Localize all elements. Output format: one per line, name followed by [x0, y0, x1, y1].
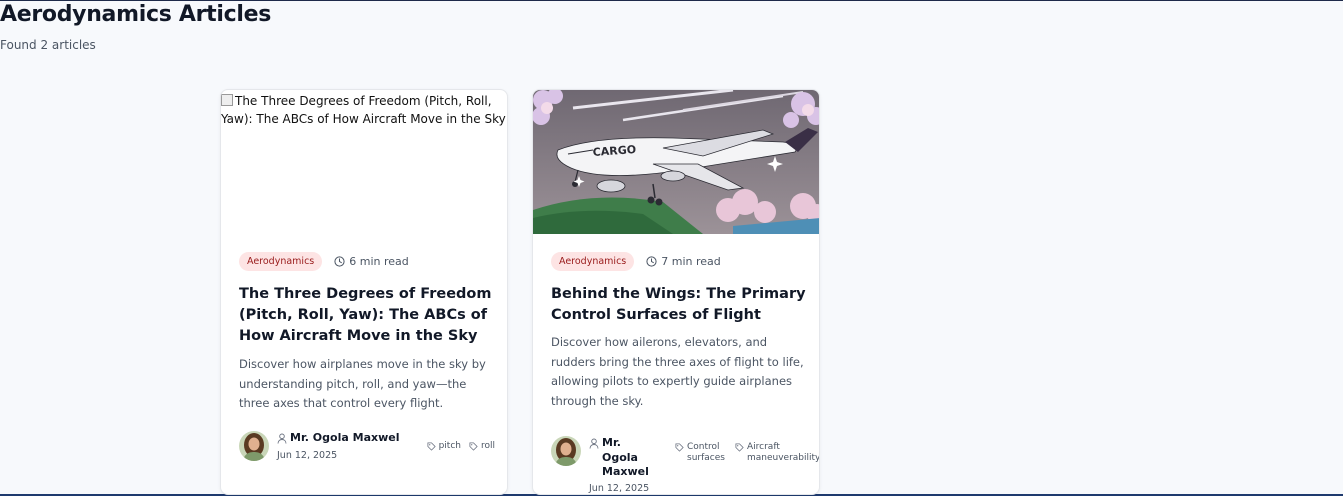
author-name[interactable]: Mr. Ogola Maxwel: [602, 436, 658, 480]
tag-label: Control surfaces: [687, 442, 725, 463]
article-thumbnail-broken[interactable]: The Three Degrees of Freedom (Pitch, Rol…: [221, 90, 507, 234]
article-card[interactable]: The Three Degrees of Freedom (Pitch, Rol…: [220, 89, 508, 495]
article-description: Discover how airplanes move in the sky b…: [239, 357, 486, 410]
publish-date: Jun 12, 2025: [277, 449, 338, 461]
read-time-label: 6 min read: [349, 255, 409, 268]
clock-icon: [646, 256, 657, 267]
tag-icon: [427, 442, 436, 451]
article-footer: Mr. Ogola Maxwel Jun 12, 2025 Control su…: [551, 436, 819, 494]
tag-item[interactable]: pitch: [427, 441, 461, 452]
tag-icon: [469, 442, 478, 451]
image-alt-text: The Three Degrees of Freedom (Pitch, Rol…: [221, 94, 506, 126]
read-time: 7 min read: [646, 255, 721, 268]
tag-label: Aircraft maneuverability: [747, 442, 820, 463]
author-block: Mr. Ogola Maxwel Jun 12, 2025: [589, 436, 658, 494]
tag-label: roll: [480, 441, 495, 451]
tag-item[interactable]: roll: [469, 441, 495, 452]
tag-item[interactable]: Control surfaces: [675, 442, 727, 464]
category-badge[interactable]: Aerodynamics: [551, 252, 635, 271]
page-title: Aerodynamics Articles: [0, 2, 271, 27]
author-line: Mr. Ogola Maxwel: [589, 436, 658, 480]
tag-label: pitch: [438, 441, 461, 451]
publish-date: Jun 12, 2025: [589, 482, 650, 494]
tag-item[interactable]: Aircraft maneuverability: [735, 442, 820, 464]
author-line: Mr. Ogola Maxwel: [277, 431, 399, 446]
author-block: Mr. Ogola Maxwel Jun 12, 2025: [277, 431, 399, 461]
author-avatar[interactable]: [551, 436, 581, 466]
read-time-label: 7 min read: [661, 255, 721, 268]
article-title[interactable]: Behind the Wings: The Primary Control Su…: [551, 284, 811, 326]
tag-list: Control surfaces Aircraft maneuverabilit…: [675, 442, 820, 464]
tag-list: pitch roll: [427, 441, 495, 452]
clock-icon: [334, 256, 345, 267]
article-title[interactable]: The Three Degrees of Freedom (Pitch, Rol…: [239, 284, 499, 347]
author-avatar[interactable]: [239, 431, 269, 461]
article-meta: Aerodynamics 7 min read: [551, 252, 721, 271]
article-description: Discover how ailerons, elevators, and ru…: [551, 335, 804, 408]
tag-icon: [735, 443, 744, 452]
tag-icon: [675, 443, 684, 452]
broken-image-icon: [221, 94, 233, 106]
article-card[interactable]: CARGO Aerodynamics 7 min read Behind the…: [532, 89, 820, 495]
article-footer: Mr. Ogola Maxwel Jun 12, 2025 pitch roll: [239, 431, 495, 463]
article-meta: Aerodynamics 6 min read: [239, 252, 409, 271]
user-icon: [277, 433, 287, 444]
author-name[interactable]: Mr. Ogola Maxwel: [290, 431, 399, 446]
read-time: 6 min read: [334, 255, 409, 268]
result-count: Found 2 articles: [0, 38, 96, 52]
article-thumbnail[interactable]: CARGO: [533, 90, 819, 234]
user-icon: [589, 438, 599, 449]
category-badge[interactable]: Aerodynamics: [239, 252, 323, 271]
cargo-airplane-illustration: CARGO: [533, 90, 819, 234]
